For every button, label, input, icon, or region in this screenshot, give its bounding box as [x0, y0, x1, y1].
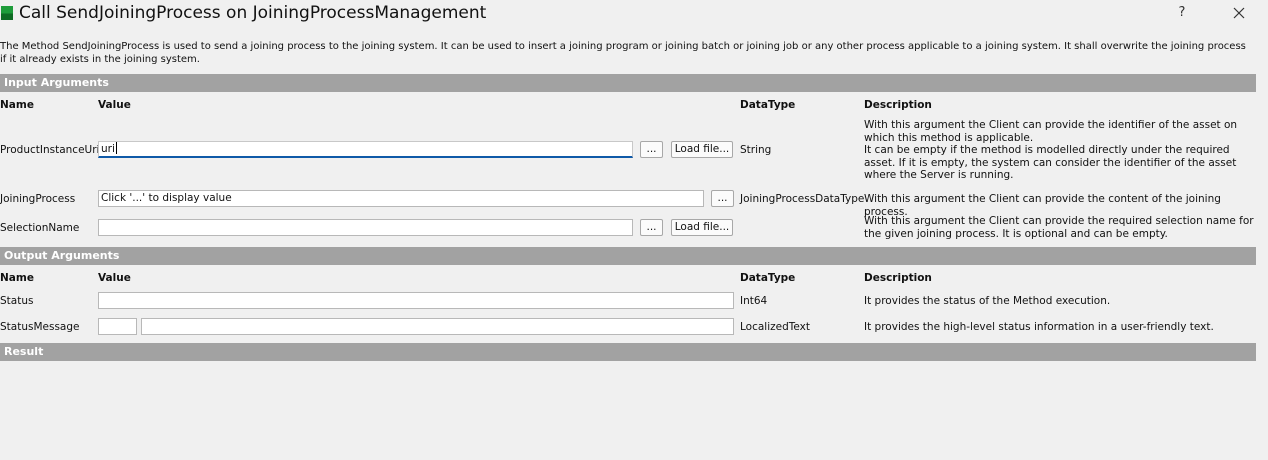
arg-name-productinstanceuri: ProductInstanceUri	[0, 144, 100, 156]
productinstanceuri-description: With this argument the Client can provid…	[864, 119, 1238, 181]
help-button[interactable]: ?	[1170, 2, 1194, 24]
input-col-name: Name	[0, 99, 34, 111]
statusmessage-description: It provides the high-level status inform…	[864, 321, 1214, 333]
statusmessage-locale-field[interactable]	[98, 318, 137, 335]
productinstanceuri-value: uri	[101, 143, 115, 155]
arg-name-selectionname: SelectionName	[0, 222, 80, 234]
result-header: Result	[0, 343, 1256, 361]
input-col-value: Value	[98, 99, 131, 111]
productinstanceuri-datatype: String	[740, 144, 772, 156]
selectionname-load-file-button[interactable]: Load file...	[671, 219, 733, 236]
arg-name-status: Status	[0, 295, 34, 307]
window-title: Call SendJoiningProcess on JoiningProces…	[19, 3, 487, 23]
close-icon	[1233, 7, 1245, 19]
statusmessage-text-field[interactable]	[141, 318, 734, 335]
joiningprocess-input[interactable]: Click '...' to display value	[98, 190, 704, 207]
method-description: The Method SendJoiningProcess is used to…	[0, 41, 1246, 65]
joiningprocess-datatype: JoiningProcessDataType	[740, 193, 865, 205]
arg-name-statusmessage: StatusMessage	[0, 321, 80, 333]
input-col-datatype: DataType	[740, 99, 796, 111]
status-datatype: Int64	[740, 295, 768, 307]
app-icon	[1, 6, 13, 20]
arg-name-joiningprocess: JoiningProcess	[0, 193, 76, 205]
productinstanceuri-load-file-button[interactable]: Load file...	[671, 141, 733, 158]
joiningprocess-browse-button[interactable]: ...	[711, 190, 734, 207]
input-arguments-header: Input Arguments	[0, 74, 1256, 92]
productinstanceuri-browse-button[interactable]: ...	[640, 141, 663, 158]
selectionname-description: With this argument the Client can provid…	[864, 215, 1254, 240]
output-arguments-header: Output Arguments	[0, 247, 1256, 265]
close-button[interactable]	[1226, 1, 1252, 25]
output-col-name: Name	[0, 272, 34, 284]
output-col-value: Value	[98, 272, 131, 284]
input-col-description: Description	[864, 99, 932, 111]
status-description: It provides the status of the Method exe…	[864, 295, 1111, 307]
text-caret	[115, 142, 117, 154]
selectionname-browse-button[interactable]: ...	[640, 219, 663, 236]
productinstanceuri-input[interactable]: uri	[98, 141, 633, 158]
selectionname-input[interactable]	[98, 219, 633, 236]
status-output-field[interactable]	[98, 292, 734, 309]
title-bar: Call SendJoiningProcess on JoiningProces…	[0, 0, 1268, 28]
output-col-description: Description	[864, 272, 932, 284]
statusmessage-datatype: LocalizedText	[740, 321, 811, 333]
output-col-datatype: DataType	[740, 272, 796, 284]
